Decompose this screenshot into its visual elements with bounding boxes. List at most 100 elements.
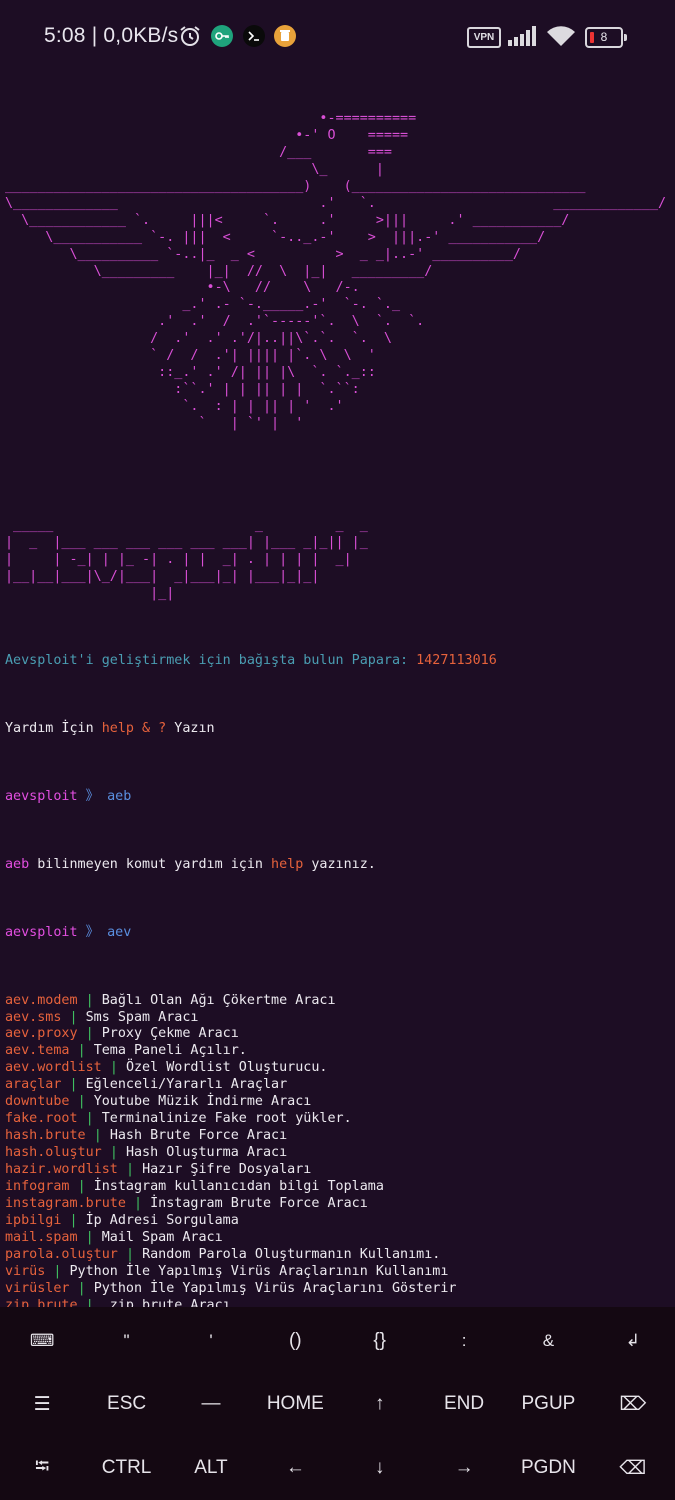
command-row: aev.wordlist | Özel Wordlist Oluşturucu. — [5, 1060, 673, 1077]
status-bar: 5:08 | 0,0KB/s VPN 8 — [0, 0, 675, 75]
command-description: Python İle Yapılmış Virüs Araçlarının Ku… — [69, 1263, 449, 1279]
enter-icon[interactable]: ↲ — [591, 1309, 675, 1373]
command-description: Eğlenceli/Yararlı Araçlar — [85, 1077, 288, 1093]
separator: | — [85, 1026, 94, 1042]
command-description: Proxy Çekme Aracı — [101, 1026, 239, 1042]
key-end[interactable]: END — [422, 1372, 506, 1436]
command-row: hash.oluştur | Hash Oluşturma Aracı — [5, 1145, 673, 1162]
command-row: virüs | Python İle Yapılmış Virüs Araçla… — [5, 1264, 673, 1281]
command-description: Terminalinize Fake root yükler. — [101, 1111, 352, 1127]
command-name: aev.modem — [5, 992, 78, 1008]
command-description: Özel Wordlist Oluşturucu. — [125, 1060, 328, 1076]
arrow-up-icon[interactable]: ↑ — [338, 1372, 422, 1436]
command-name: downtube — [5, 1094, 70, 1110]
separator: | — [134, 1195, 143, 1211]
command-name: virüs — [5, 1263, 46, 1279]
separator: | — [125, 1246, 134, 1262]
arrow-right-icon[interactable]: → — [422, 1436, 506, 1500]
aevsploit-ascii-logo: _____ _ _ _ | _ |___ ___ ___ ___ ___ ___… — [5, 517, 368, 601]
separator: | — [109, 1060, 118, 1076]
tab-icon[interactable]: ⭾ — [0, 1436, 84, 1500]
command-name: hash.oluştur — [5, 1145, 102, 1161]
separator: | — [125, 1162, 134, 1178]
eagle-ascii-art: •-========== •-' O ===== /___ === \_ | _… — [5, 110, 667, 432]
key-parentheses[interactable]: () — [253, 1309, 337, 1373]
separator: | — [85, 1229, 94, 1245]
typed-command: aeb — [107, 789, 132, 805]
battery-level: 8 — [600, 30, 608, 44]
separator: | — [77, 1043, 86, 1059]
command-row: virüsler | Python İle Yapılmış Virüs Ara… — [5, 1281, 673, 1298]
command-row: aev.tema | Tema Paneli Açılır. — [5, 1043, 673, 1060]
key-colon[interactable]: : — [422, 1309, 506, 1373]
command-row: aev.proxy | Proxy Çekme Aracı — [5, 1026, 673, 1043]
command-name: aev.wordlist — [5, 1060, 102, 1076]
vpn-icon: VPN — [467, 27, 501, 48]
key-single-quote[interactable]: ' — [169, 1309, 253, 1373]
command-row: fake.root | Terminalinize Fake root yükl… — [5, 1111, 673, 1128]
key-alt[interactable]: ALT — [169, 1436, 253, 1500]
key-pgup[interactable]: PGUP — [506, 1372, 590, 1436]
command-row: hash.brute | Hash Brute Force Aracı — [5, 1128, 673, 1145]
separator: | — [85, 1111, 94, 1127]
help-hint-line: Yardım İçin help & ? Yazın — [5, 721, 215, 737]
command-name: aev.tema — [5, 1043, 70, 1059]
command-description: Hash Oluşturma Aracı — [125, 1145, 288, 1161]
vpn-key-app-icon — [211, 25, 233, 52]
command-description: Mail Spam Aracı — [101, 1229, 223, 1245]
command-description: Tema Paneli Açılır. — [93, 1043, 247, 1059]
command-row: instagram.brute | İnstagram Brute Force … — [5, 1196, 673, 1213]
papara-number: 1427113016 — [416, 653, 497, 669]
status-time: 5:08 — [44, 24, 86, 47]
forward-delete-icon[interactable]: ⌦ — [591, 1372, 675, 1436]
separator: | — [85, 992, 94, 1008]
prompt-label: aevsploit — [5, 924, 78, 940]
command-description: Hash Brute Force Aracı — [109, 1128, 288, 1144]
command-name: instagram.brute — [5, 1195, 126, 1211]
key-braces[interactable]: {} — [338, 1309, 422, 1373]
arrow-down-icon[interactable]: ↓ — [338, 1436, 422, 1500]
command-row: aev.sms | Sms Spam Aracı — [5, 1010, 673, 1027]
separator: | — [109, 1145, 118, 1161]
command-name: hash.brute — [5, 1128, 86, 1144]
key-dash[interactable]: — — [169, 1372, 253, 1436]
command-description: Bağlı Olan Ağı Çökertme Aracı — [101, 992, 336, 1008]
terminal-output[interactable]: •-========== •-' O ===== /___ === \_ | _… — [5, 94, 673, 1418]
command-row: ipbilgi | İp Adresi Sorgulama — [5, 1213, 673, 1230]
key-esc[interactable]: ESC — [84, 1372, 168, 1436]
alarm-icon — [178, 24, 202, 53]
command-name: hazir.wordlist — [5, 1162, 118, 1178]
command-description: Hazır Şifre Dosyaları — [142, 1162, 312, 1178]
typed-command: aev — [107, 924, 132, 940]
menu-icon[interactable]: ☰ — [0, 1372, 84, 1436]
separator: | — [69, 1077, 78, 1093]
backspace-icon[interactable]: ⌫ — [591, 1436, 675, 1500]
key-ctrl[interactable]: CTRL — [84, 1436, 168, 1500]
command-name: aev.sms — [5, 1009, 62, 1025]
donate-line: Aevsploit'i geliştirmek için bağışta bul… — [5, 653, 497, 669]
command-row: parola.oluştur | Random Parola Oluşturma… — [5, 1247, 673, 1264]
command-row: downtube | Youtube Müzik İndirme Aracı — [5, 1094, 673, 1111]
command-description: İp Adresi Sorgulama — [85, 1212, 239, 1228]
battery-icon: 8 — [585, 27, 627, 48]
command-description: Youtube Müzik İndirme Aracı — [93, 1094, 312, 1110]
command-description: Sms Spam Aracı — [85, 1009, 199, 1025]
wifi-icon — [546, 24, 576, 53]
separator: | — [77, 1179, 86, 1195]
key-home[interactable]: HOME — [253, 1372, 337, 1436]
command-name: fake.root — [5, 1111, 78, 1127]
command-description: İnstagram kullanıcıdan bilgi Toplama — [93, 1179, 384, 1195]
command-name: ipbilgi — [5, 1212, 62, 1228]
separator: | — [53, 1263, 62, 1279]
prompt-line: aevsploit 》 aev — [5, 924, 132, 940]
arrow-left-icon[interactable]: ← — [253, 1436, 337, 1500]
key-pgdn[interactable]: PGDN — [506, 1436, 590, 1500]
key-double-quote[interactable]: " — [84, 1309, 168, 1373]
command-row: aev.modem | Bağlı Olan Ağı Çökertme Arac… — [5, 993, 673, 1010]
extra-keys-bar: ⌨ " '(){}: & ↲ ☰ ESC — HOME ↑ END PGUP ⌦ ⭾ CTRL ALT ← ↓… — [0, 1307, 675, 1500]
terminal-app-icon — [243, 25, 265, 52]
signal-icon — [508, 26, 538, 51]
keyboard-toggle-icon[interactable]: ⌨ — [0, 1309, 84, 1373]
key-ampersand[interactable]: & — [506, 1309, 590, 1373]
command-row: araçlar | Eğlenceli/Yararlı Araçlar — [5, 1077, 673, 1094]
